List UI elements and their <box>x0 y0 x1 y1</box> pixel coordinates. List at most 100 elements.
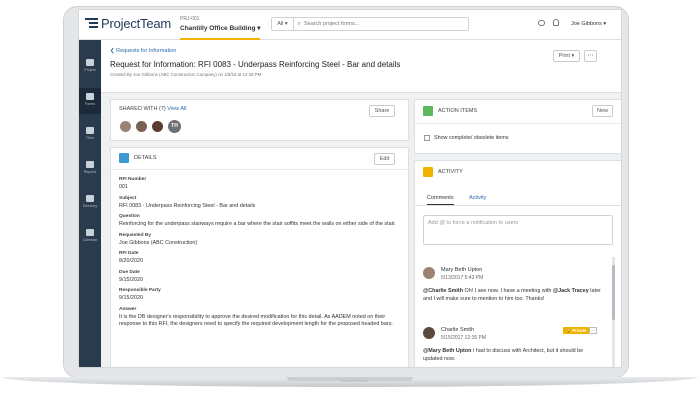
avatar[interactable] <box>151 120 164 133</box>
field-value-requested-by: Joe Gibbons (ABC Construction) <box>119 239 198 246</box>
pencil-icon <box>119 153 129 163</box>
user-menu[interactable]: Joe Gibbons ▾ <box>571 21 606 27</box>
project-name: Chantilly Office Building ▾ <box>180 25 261 32</box>
sidebar-item-label: Files <box>86 136 94 140</box>
share-button[interactable]: Share <box>369 105 395 117</box>
folder-icon <box>86 127 94 134</box>
field-value-rfi-number: 001 <box>119 184 128 190</box>
show-complete-checkbox[interactable] <box>424 135 430 141</box>
sidebar-item-calendar[interactable]: Calendar <box>79 224 101 250</box>
comment-author: Charlie Smith <box>441 327 475 333</box>
sidebar-item-directory[interactable]: Directory <box>79 190 101 216</box>
bell-icon[interactable] <box>553 19 559 26</box>
field-value-question: Reinforcing for the underpass stairways … <box>119 221 396 227</box>
sidebar-item-label: Project <box>84 68 96 72</box>
sidebar: Project Forms Files Reports Directory Ca… <box>79 40 101 367</box>
avatar-initials[interactable]: TH <box>168 120 181 133</box>
shared-with-heading: SHARED WITH (7) View All <box>119 106 186 112</box>
sidebar-item-label: Forms <box>84 102 96 106</box>
activity-tabs: Comments Activity <box>415 192 621 206</box>
search-input[interactable] <box>304 18 468 30</box>
shared-with-panel: SHARED WITH (7) View All Share TH <box>110 99 409 141</box>
sidebar-item-label: Directory <box>82 204 98 208</box>
print-button[interactable]: Print ▾ <box>553 50 580 62</box>
avatar[interactable] <box>119 120 132 133</box>
comment-date: 5/13/2017 5:43 PM <box>441 275 484 281</box>
sidebar-item-files[interactable]: Files <box>79 122 101 148</box>
activity-panel: ACTIVITY Comments Activity Add @ to forc… <box>414 160 621 367</box>
comment-item: Charlie Smith 5/15/2017 12:35 PM 🔒 Priva… <box>423 327 605 367</box>
action-items-heading: ACTION ITEMS <box>438 108 478 114</box>
activity-heading: ACTIVITY <box>438 169 463 175</box>
divider <box>111 169 408 170</box>
sidebar-item-reports[interactable]: Reports <box>79 156 101 182</box>
back-link[interactable]: ❮ Requests for Information <box>110 48 176 54</box>
sidebar-item-project[interactable]: Project <box>79 54 101 80</box>
calendar-icon <box>86 229 94 236</box>
chat-bubble-icon[interactable] <box>538 20 545 26</box>
comment-mention[interactable]: @Mary Beth Upton <box>423 348 471 354</box>
divider <box>415 123 621 124</box>
new-action-item-button[interactable]: New <box>592 105 613 117</box>
app-screen: ProjectTeam PRJ-001 Chantilly Office Bui… <box>78 9 622 368</box>
project-selector[interactable]: PRJ-001 Chantilly Office Building ▾ <box>180 16 261 32</box>
page-title: Request for Information: RFI 0083 - Unde… <box>110 60 401 69</box>
field-value-answer: It is the DB designer's responsibility t… <box>119 313 393 328</box>
search-box: All ▾ ⌕ <box>271 17 469 31</box>
tab-comments[interactable]: Comments <box>427 195 454 205</box>
logo-icon <box>85 17 98 30</box>
field-value-responsible-party: 9/15/2020 <box>119 295 143 301</box>
reports-icon <box>86 161 94 168</box>
field-label-rfi-date: RFI Date <box>119 251 139 256</box>
comment-author: Mary Beth Upton <box>441 267 483 273</box>
action-items-panel: ACTION ITEMS New Show complete/ obsolete… <box>414 99 621 154</box>
field-label-question: Question <box>119 214 140 219</box>
avatar <box>423 327 435 339</box>
sidebar-item-label: Calendar <box>82 238 98 242</box>
details-fields: RFI Number 001 Subject RFI 0083 - Underp… <box>119 173 401 329</box>
details-panel: DETAILS Edit RFI Number 001 Subject RFI … <box>110 147 409 367</box>
logo-text: ProjectTeam <box>101 16 172 31</box>
field-value-rfi-date: 8/20/2020 <box>119 258 143 264</box>
field-label-subject: Subject <box>119 195 137 201</box>
scrollbar-thumb[interactable] <box>612 265 615 320</box>
private-badge: 🔒 Private <box>563 327 590 334</box>
edit-button[interactable]: Edit <box>374 153 395 165</box>
show-complete-label: Show complete/ obsolete items <box>434 135 509 141</box>
comment-text: @Charlie Smith Oh! I see now. I have a m… <box>423 288 601 302</box>
details-heading: DETAILS <box>134 155 157 161</box>
laptop-brand-text: PROJECTTEAM <box>341 379 367 383</box>
more-options-button[interactable]: ⋯ <box>584 50 597 62</box>
page-header: ❮ Requests for Information Request for I… <box>101 40 621 93</box>
field-value-subject: RFI 0083 - Underpass Reinforcing Steel -… <box>119 202 256 209</box>
field-label-rfi-number: RFI Number <box>119 177 147 182</box>
search-icon[interactable]: ⌕ <box>294 18 304 30</box>
search-filter-select[interactable]: All ▾ <box>272 18 294 30</box>
checklist-icon <box>423 106 433 116</box>
forms-icon <box>86 93 94 100</box>
directory-icon <box>86 195 94 202</box>
chat-icon <box>423 167 433 177</box>
view-all-link[interactable]: View All <box>167 106 186 112</box>
field-label-responsible-party: Responsible Party <box>119 288 161 293</box>
comment-mention[interactable]: @Jack Tracey <box>553 288 589 294</box>
project-id: PRJ-001 <box>180 16 200 22</box>
field-value-due-date: 9/15/2020 <box>119 276 143 283</box>
comment-date: 5/15/2017 12:35 PM <box>441 335 487 341</box>
comment-more-button[interactable]: ⋯ <box>589 327 597 334</box>
field-label-answer: Answer <box>119 306 137 312</box>
comment-text: @Mary Beth Upton I had to discuss with A… <box>423 348 584 362</box>
sidebar-item-forms[interactable]: Forms <box>79 88 101 114</box>
sidebar-item-label: Reports <box>83 170 97 174</box>
tab-activity[interactable]: Activity <box>469 195 486 201</box>
comment-item: Mary Beth Upton 5/13/2017 5:43 PM @Charl… <box>423 267 605 319</box>
comment-mention[interactable]: @Charlie Smith <box>423 288 463 294</box>
field-label-due-date: Due Date <box>119 269 140 275</box>
comment-input[interactable]: Add @ to force a notification to users <box>423 215 613 245</box>
avatar <box>423 267 435 279</box>
field-label-requested-by: Requested By <box>119 232 151 238</box>
top-bar: ProjectTeam PRJ-001 Chantilly Office Bui… <box>79 10 621 40</box>
avatar[interactable] <box>135 120 148 133</box>
home-icon <box>86 59 94 66</box>
app-logo[interactable]: ProjectTeam <box>85 16 171 31</box>
